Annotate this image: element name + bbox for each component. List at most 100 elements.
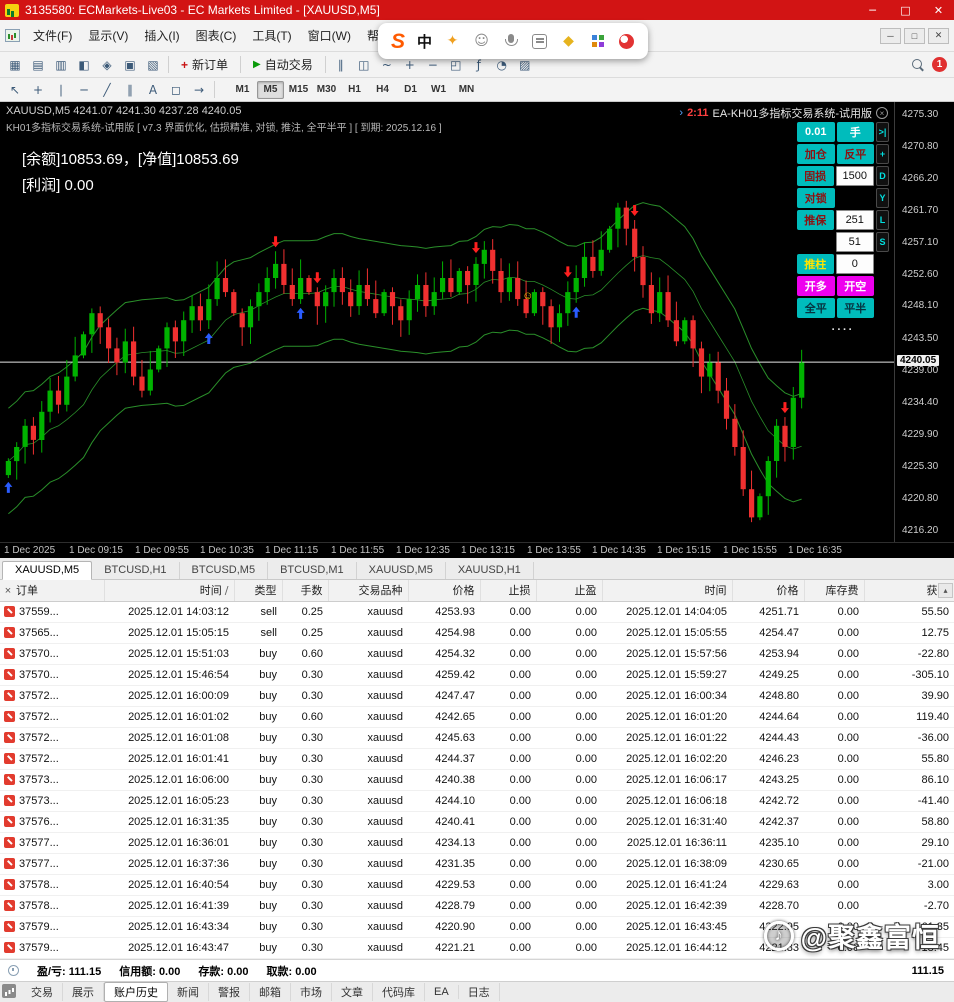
history-row[interactable]: 37570...2025.12.01 15:51:03buy0.60xauusd…: [0, 643, 954, 664]
history-row[interactable]: 37559...2025.12.01 14:03:12sell0.25xauus…: [0, 601, 954, 622]
pin-icon[interactable]: ✦: [444, 33, 461, 50]
chart-tab-0[interactable]: XAUUSD,M5: [2, 561, 92, 580]
time-axis[interactable]: 1 Dec 20251 Dec 09:151 Dec 09:551 Dec 10…: [0, 542, 954, 558]
chart-tab-5[interactable]: XAUUSD,H1: [446, 562, 534, 579]
candle-chart-icon[interactable]: ◫: [353, 55, 375, 75]
text-tool-icon[interactable]: A: [142, 80, 164, 100]
lot-size-button[interactable]: 0.01: [797, 122, 835, 142]
history-row[interactable]: 37576...2025.12.01 16:31:35buy0.30xauusd…: [0, 811, 954, 832]
notes-icon[interactable]: [531, 33, 548, 50]
timeframe-mn[interactable]: MN: [453, 81, 480, 99]
chart-tab-3[interactable]: BTCUSD,M1: [268, 562, 357, 579]
column-header-5[interactable]: 价格: [408, 580, 480, 601]
terminal-tab-7[interactable]: 文章: [332, 983, 373, 1001]
history-row[interactable]: 37578...2025.12.01 16:40:54buy0.30xauusd…: [0, 874, 954, 895]
timeframe-w1[interactable]: W1: [425, 81, 452, 99]
terminal-tab-2[interactable]: 账户历史: [104, 982, 168, 1002]
column-header-7[interactable]: 止盈: [536, 580, 602, 601]
child-restore-button[interactable]: □: [904, 28, 925, 44]
terminal-tab-8[interactable]: 代码库: [373, 983, 425, 1001]
hedge-lock-button[interactable]: 对锁: [797, 188, 835, 208]
maximize-button[interactable]: □: [892, 2, 919, 19]
data-window-icon[interactable]: ◧: [73, 55, 95, 75]
push-value-input[interactable]: 0: [836, 254, 875, 274]
apps-icon[interactable]: [589, 33, 606, 50]
history-row[interactable]: 37572...2025.12.01 16:01:41buy0.30xauusd…: [0, 748, 954, 769]
menu-item-2[interactable]: 插入(I): [136, 24, 187, 47]
notification-badge[interactable]: 1: [932, 57, 947, 72]
trailing-protect-button[interactable]: 推保: [797, 210, 834, 230]
column-header-1[interactable]: 时间∕: [104, 580, 234, 601]
lot-unit-button[interactable]: 手: [837, 122, 875, 142]
mic-icon[interactable]: [502, 33, 519, 50]
menu-item-5[interactable]: 窗口(W): [300, 24, 359, 47]
panel-l-button[interactable]: L: [876, 210, 889, 230]
price-axis[interactable]: 4275.304270.804266.204261.704257.104252.…: [894, 102, 954, 542]
history-row[interactable]: 37573...2025.12.01 16:06:00buy0.30xauusd…: [0, 769, 954, 790]
market-watch-icon[interactable]: ▥: [50, 55, 72, 75]
column-header-0[interactable]: 订单: [0, 580, 104, 601]
add-position-button[interactable]: 加仓: [797, 144, 835, 164]
trail-value-input-1[interactable]: 251: [836, 210, 875, 230]
close-half-button[interactable]: 平半: [837, 298, 875, 318]
history-row[interactable]: 37579...2025.12.01 16:43:47buy0.30xauusd…: [0, 937, 954, 958]
search-icon[interactable]: [911, 58, 925, 72]
menu-item-4[interactable]: 工具(T): [244, 24, 299, 47]
panel-s-button[interactable]: S: [876, 232, 889, 252]
timeframe-m15[interactable]: M15: [285, 81, 312, 99]
chart-tab-4[interactable]: XAUUSD,M5: [357, 562, 446, 579]
minimize-button[interactable]: ─: [859, 2, 886, 19]
history-row[interactable]: 37577...2025.12.01 16:37:36buy0.30xauusd…: [0, 853, 954, 874]
terminal-tab-4[interactable]: 警报: [209, 983, 250, 1001]
new-chart-icon[interactable]: ▦: [4, 55, 26, 75]
strategy-tester-icon[interactable]: ▧: [142, 55, 164, 75]
scroll-up-button[interactable]: ▴: [938, 583, 953, 598]
chinese-input-mode-icon[interactable]: 中: [417, 31, 432, 52]
timeframe-h1[interactable]: H1: [341, 81, 368, 99]
column-header-2[interactable]: 类型: [234, 580, 282, 601]
autotrade-button[interactable]: ▶ 自动交易: [245, 55, 321, 75]
child-close-button[interactable]: ✕: [928, 28, 949, 44]
cursor-icon[interactable]: ↖: [4, 80, 26, 100]
arrows-icon[interactable]: →: [188, 80, 210, 100]
trail-value-input-2[interactable]: 51: [836, 232, 875, 252]
emoji-icon[interactable]: ☺: [473, 33, 490, 50]
navigator-icon[interactable]: ◈: [96, 55, 118, 75]
new-order-button[interactable]: + 新订单: [173, 55, 236, 75]
open-short-button[interactable]: 开空: [837, 276, 875, 296]
ea-status-icon[interactable]: ×: [876, 107, 888, 119]
history-row[interactable]: 37572...2025.12.01 16:01:08buy0.30xauusd…: [0, 727, 954, 748]
terminal-tab-3[interactable]: 新闻: [168, 983, 209, 1001]
menu-item-3[interactable]: 图表(C): [188, 24, 245, 47]
crosshair-icon[interactable]: +: [27, 80, 49, 100]
column-header-10[interactable]: 库存费: [804, 580, 864, 601]
history-row[interactable]: 37572...2025.12.01 16:01:02buy0.60xauusd…: [0, 706, 954, 727]
push-column-button[interactable]: 推柱: [797, 254, 834, 274]
history-row[interactable]: 37572...2025.12.01 16:00:09buy0.30xauusd…: [0, 685, 954, 706]
bar-chart-icon[interactable]: ∥: [330, 55, 352, 75]
gift-icon[interactable]: ◆: [560, 33, 577, 50]
column-header-4[interactable]: 交易品种: [328, 580, 408, 601]
close-button[interactable]: ✕: [925, 2, 952, 19]
shapes-icon[interactable]: ◻: [165, 80, 187, 100]
timeframe-m30[interactable]: M30: [313, 81, 340, 99]
chart-area[interactable]: ☺ XAUUSD,M5 4241.07 4241.30 4237.28 4240…: [0, 102, 954, 558]
timeframe-m5[interactable]: M5: [257, 81, 284, 99]
reverse-close-button[interactable]: 反平: [837, 144, 875, 164]
terminal-tab-6[interactable]: 市场: [291, 983, 332, 1001]
column-header-8[interactable]: 时间: [602, 580, 732, 601]
chart-tab-2[interactable]: BTCUSD,M5: [180, 562, 269, 579]
channel-icon[interactable]: ∥: [119, 80, 141, 100]
terminal-tab-0[interactable]: 交易: [22, 983, 63, 1001]
history-row[interactable]: 37577...2025.12.01 16:36:01buy0.30xauusd…: [0, 832, 954, 853]
child-minimize-button[interactable]: ─: [880, 28, 901, 44]
column-header-6[interactable]: 止损: [480, 580, 536, 601]
trendline-icon[interactable]: ╱: [96, 80, 118, 100]
terminal-panel-icon[interactable]: ▣: [119, 55, 141, 75]
history-row[interactable]: 37578...2025.12.01 16:41:39buy0.30xauusd…: [0, 895, 954, 916]
chart-tab-1[interactable]: BTCUSD,H1: [92, 562, 179, 579]
column-header-3[interactable]: 手数: [282, 580, 328, 601]
history-row[interactable]: 37565...2025.12.01 15:05:15sell0.25xauus…: [0, 622, 954, 643]
history-row[interactable]: 37570...2025.12.01 15:46:54buy0.30xauusd…: [0, 664, 954, 685]
close-all-button[interactable]: 全平: [797, 298, 835, 318]
